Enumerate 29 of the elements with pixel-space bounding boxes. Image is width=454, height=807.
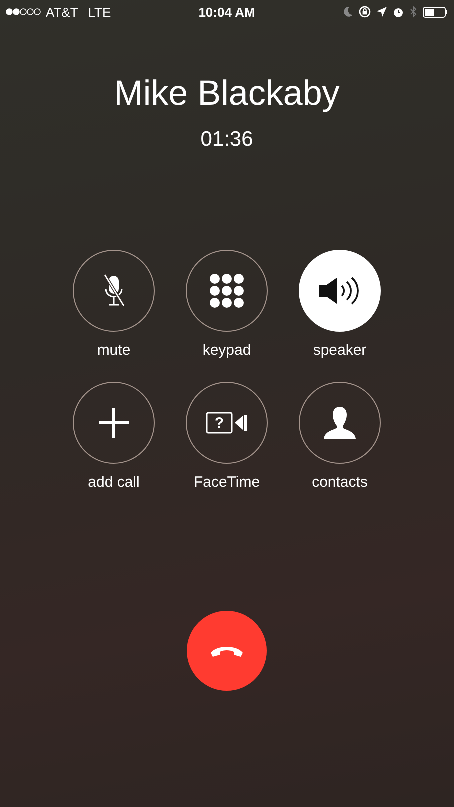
button-label: contacts — [312, 474, 368, 491]
keypad-icon — [209, 273, 245, 309]
lock-rotation-icon — [359, 6, 371, 18]
call-duration: 01:36 — [200, 128, 254, 152]
muted-microphone-icon — [103, 274, 125, 308]
button-label: FaceTime — [194, 474, 260, 491]
clock: 10:04 AM — [198, 4, 256, 20]
plus-icon — [99, 408, 129, 438]
button-label: keypad — [202, 342, 252, 359]
button-label: speaker — [313, 342, 367, 359]
hang-up-icon — [209, 644, 245, 658]
facetime-button[interactable]: ? — [186, 382, 268, 464]
location-icon — [377, 7, 387, 17]
plus-button[interactable] — [73, 382, 155, 464]
signal-icon — [6, 8, 41, 16]
button-label: add call — [88, 474, 140, 491]
battery-icon — [423, 6, 448, 18]
person-icon — [323, 406, 357, 440]
keypad-button[interactable] — [186, 250, 268, 332]
alarm-icon — [393, 6, 404, 18]
button-label: mute — [97, 342, 131, 359]
moon-icon — [344, 7, 353, 17]
network-type: LTE — [88, 4, 112, 20]
person-button[interactable] — [299, 382, 381, 464]
mic-off-button[interactable] — [73, 250, 155, 332]
caller-name: Mike Blackaby — [114, 74, 340, 114]
carrier-name: AT&T — [46, 4, 78, 20]
speaker-icon — [319, 275, 361, 307]
bluetooth-icon — [410, 6, 417, 18]
